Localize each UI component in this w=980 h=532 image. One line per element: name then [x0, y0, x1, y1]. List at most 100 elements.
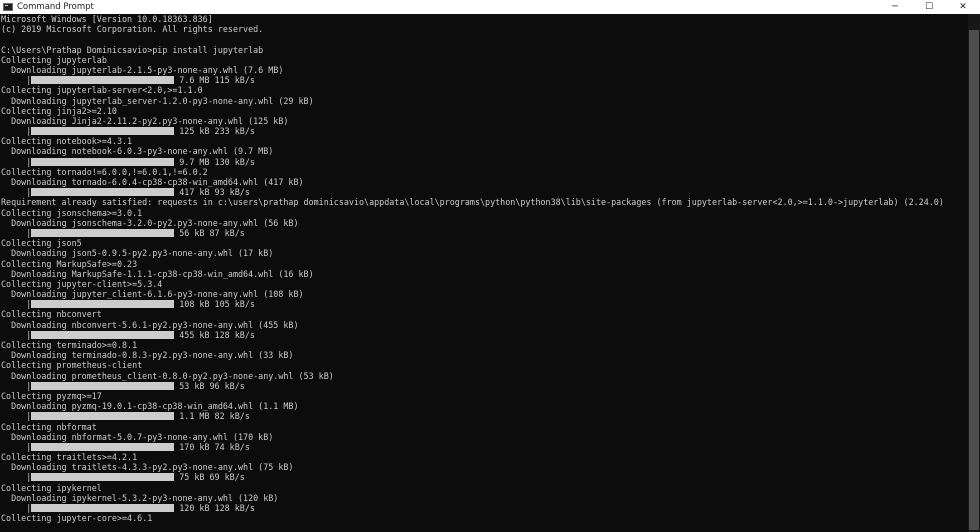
progress-line: | 1.1 MB 82 kB/s: [1, 411, 968, 421]
console-text: Downloading jsonschema-3.2.0-py2.py3-non…: [1, 217, 299, 228]
console-line: Collecting traitlets>=4.2.1: [1, 452, 968, 462]
progress-line: | 417 kB 93 kB/s: [1, 187, 968, 197]
download-stats: 9.7 MB 130 kB/s: [179, 156, 255, 167]
console-line: Collecting ipykernel: [1, 483, 968, 493]
download-stats: 170 kB 74 kB/s: [179, 441, 250, 452]
progress-prefix: |: [1, 411, 32, 422]
download-progress-bar: [31, 330, 175, 339]
cmd-app-icon: [3, 3, 13, 11]
console-line: Requirement already satisfied: requests …: [1, 197, 968, 207]
console-line: Collecting json5: [1, 238, 968, 248]
download-progress-bar: [31, 442, 175, 451]
console-line: C:\Users\Prathap Dominicsavio>pip instal…: [1, 45, 968, 55]
console-text: Downloading ipykernel-5.3.2-py3-none-any…: [1, 492, 279, 503]
progress-prefix: |: [1, 380, 32, 391]
command-prompt-window: Command Prompt ─ ☐ ✕ Microsoft Windows […: [0, 0, 980, 532]
console-text: (c) 2019 Microsoft Corporation. All righ…: [1, 24, 264, 35]
console-line: Collecting jsonschema>=3.0.1: [1, 208, 968, 218]
download-progress-bar: [31, 412, 175, 421]
progress-line: | 125 kB 233 kB/s: [1, 126, 968, 136]
console-line: (c) 2019 Microsoft Corporation. All righ…: [1, 24, 968, 34]
minimize-button[interactable]: ─: [878, 0, 912, 14]
console-text: Collecting notebook>=4.3.1: [1, 136, 133, 147]
console-text: Collecting MarkupSafe>=0.23: [1, 258, 138, 269]
console-line: Collecting nbformat: [1, 422, 968, 432]
console-line: Downloading prometheus_client-0.8.0-py2.…: [1, 371, 968, 381]
download-stats: 75 kB 69 kB/s: [179, 472, 245, 483]
console-output[interactable]: Microsoft Windows [Version 10.0.18363.83…: [0, 14, 968, 532]
console-text: Collecting prometheus-client: [1, 360, 143, 371]
console-line: Collecting jupyter-core>=4.6.1: [1, 513, 968, 523]
console-text: Collecting json5: [1, 238, 82, 249]
console-line: Downloading pyzmq-19.0.1-cp38-cp38-win_a…: [1, 401, 968, 411]
console-text: Collecting jinja2>=2.10: [1, 105, 117, 116]
console-text: Downloading jupyterlab-2.1.5-py3-none-an…: [1, 64, 284, 75]
download-stats: 53 kB 96 kB/s: [179, 380, 245, 391]
download-stats: 56 kB 87 kB/s: [179, 227, 245, 238]
download-stats: 417 kB 93 kB/s: [179, 187, 250, 198]
download-progress-bar: [31, 157, 175, 166]
console-text: Collecting ipykernel: [1, 482, 102, 493]
console-text: Downloading Jinja2-2.11.2-py2.py3-none-a…: [1, 115, 289, 126]
console-text: Collecting pyzmq>=17: [1, 390, 102, 401]
console-line: Collecting notebook>=4.3.1: [1, 136, 968, 146]
progress-prefix: |: [1, 329, 32, 340]
console-text: Downloading jupyter_client-6.1.6-py3-non…: [1, 289, 304, 300]
console-text: Downloading terminado-0.8.3-py2.py3-none…: [1, 350, 294, 361]
console-text: Collecting jsonschema>=3.0.1: [1, 207, 143, 218]
close-button[interactable]: ✕: [946, 0, 980, 14]
console-line: Downloading ipykernel-5.3.2-py3-none-any…: [1, 493, 968, 503]
console-text: Collecting jupyter-client>=5.3.4: [1, 278, 163, 289]
progress-line: | 53 kB 96 kB/s: [1, 381, 968, 391]
window-title: Command Prompt: [17, 2, 94, 12]
progress-prefix: |: [1, 156, 32, 167]
console-line: Downloading notebook-6.0.3-py3-none-any.…: [1, 146, 968, 156]
console-text: Downloading prometheus_client-0.8.0-py2.…: [1, 370, 334, 381]
window-controls: ─ ☐ ✕: [878, 0, 980, 14]
console-line: Downloading tornado-6.0.4-cp38-cp38-win_…: [1, 177, 968, 187]
download-progress-bar: [31, 76, 175, 85]
console-text: Collecting traitlets>=4.2.1: [1, 452, 138, 463]
console-text: Requirement already satisfied: requests …: [1, 197, 944, 208]
console-text: Collecting jupyterlab: [1, 54, 107, 65]
download-progress-bar: [31, 300, 175, 309]
progress-line: | 75 kB 69 kB/s: [1, 472, 968, 482]
download-progress-bar: [31, 127, 175, 136]
console-line: Downloading MarkupSafe-1.1.1-cp38-cp38-w…: [1, 269, 968, 279]
download-stats: 1.1 MB 82 kB/s: [179, 411, 250, 422]
progress-prefix: |: [1, 472, 32, 483]
console-line: Microsoft Windows [Version 10.0.18363.83…: [1, 14, 968, 24]
console-text: Downloading pyzmq-19.0.1-cp38-cp38-win_a…: [1, 401, 299, 412]
console-line: Downloading nbconvert-5.6.1-py2.py3-none…: [1, 320, 968, 330]
download-progress-bar: [31, 228, 175, 237]
progress-line: | 170 kB 74 kB/s: [1, 442, 968, 452]
console-line: Downloading json5-0.9.5-py2.py3-none-any…: [1, 248, 968, 258]
console-line: Downloading jupyterlab_server-1.2.0-py3-…: [1, 96, 968, 106]
console-line: Collecting jupyterlab-server<2.0,>=1.1.0: [1, 85, 968, 95]
console-text: Downloading nbconvert-5.6.1-py2.py3-none…: [1, 319, 299, 330]
console-text: Downloading notebook-6.0.3-py3-none-any.…: [1, 146, 274, 157]
download-stats: 455 kB 128 kB/s: [179, 329, 255, 340]
progress-line: | 7.6 MB 115 kB/s: [1, 75, 968, 85]
console-text: Microsoft Windows [Version 10.0.18363.83…: [1, 14, 213, 24]
console-text: Collecting nbformat: [1, 421, 97, 432]
console-text: C:\Users\Prathap Dominicsavio>pip instal…: [1, 44, 264, 55]
title-bar[interactable]: Command Prompt ─ ☐ ✕: [0, 0, 980, 14]
vertical-scrollbar[interactable]: [968, 14, 980, 532]
console-text: Collecting tornado!=6.0.0,!=6.0.1,!=6.0.…: [1, 166, 208, 177]
scrollbar-thumb[interactable]: [969, 30, 979, 530]
console-text: Collecting nbconvert: [1, 309, 102, 320]
download-progress-bar: [31, 504, 175, 512]
console-text: Downloading traitlets-4.3.3-py2.py3-none…: [1, 462, 294, 473]
console-line: Collecting tornado!=6.0.0,!=6.0.1,!=6.0.…: [1, 167, 968, 177]
console-line: Downloading jupyter_client-6.1.6-py3-non…: [1, 289, 968, 299]
console-line: Collecting pyzmq>=17: [1, 391, 968, 401]
download-progress-bar: [31, 381, 175, 390]
console-text: Collecting terminado>=0.8.1: [1, 340, 138, 350]
maximize-button[interactable]: ☐: [912, 0, 946, 14]
progress-prefix: |: [1, 227, 32, 238]
console-line: Downloading jupyterlab-2.1.5-py3-none-an…: [1, 65, 968, 75]
console-line: Collecting jinja2>=2.10: [1, 106, 968, 116]
console-text: Downloading tornado-6.0.4-cp38-cp38-win_…: [1, 177, 304, 187]
download-stats: 125 kB 233 kB/s: [179, 126, 255, 137]
